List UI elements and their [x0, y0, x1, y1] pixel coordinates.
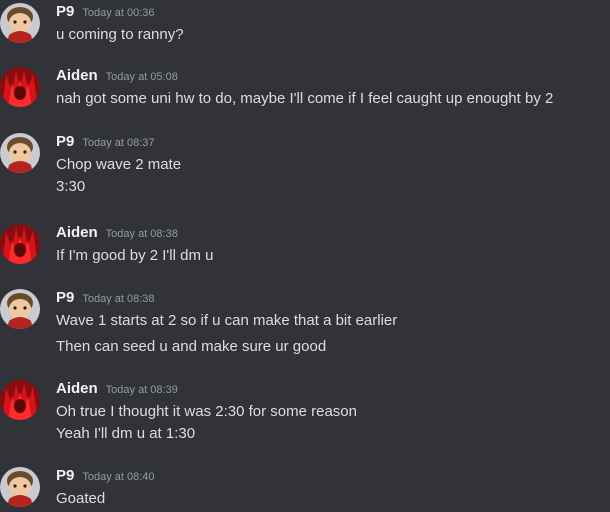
username[interactable]: P9	[56, 3, 74, 20]
username[interactable]: P9	[56, 467, 74, 484]
timestamp[interactable]: Today at 08:38	[82, 293, 154, 305]
message-header: P9 Today at 08:37	[56, 133, 155, 153]
message-text: Then can seed u and make sure ur good	[56, 338, 327, 355]
villager-avatar-icon	[0, 467, 40, 507]
red-hair-avatar-icon	[0, 380, 40, 420]
message-header: Aiden Today at 05:08	[56, 67, 178, 87]
message-text: u coming to ranny?	[56, 26, 184, 43]
message-text: Wave 1 starts at 2 so if u can make that…	[56, 312, 398, 329]
message-text: Oh true I thought it was 2:30 for some r…	[56, 403, 357, 420]
message-header: Aiden Today at 08:38	[56, 224, 178, 244]
message-text: Yeah I'll dm u at 1:30	[56, 425, 196, 442]
username[interactable]: Aiden	[56, 224, 98, 241]
username[interactable]: Aiden	[56, 380, 98, 397]
username[interactable]: P9	[56, 133, 74, 150]
avatar[interactable]	[0, 467, 40, 507]
message-text: Chop wave 2 mate	[56, 156, 182, 173]
message-text: 3:30	[56, 178, 86, 195]
message-header: P9 Today at 00:36	[56, 3, 155, 23]
timestamp[interactable]: Today at 08:38	[106, 228, 178, 240]
avatar[interactable]	[0, 133, 40, 173]
red-hair-avatar-icon	[0, 224, 40, 264]
villager-avatar-icon	[0, 133, 40, 173]
message-header: P9 Today at 08:40	[56, 467, 155, 487]
message-header: Aiden Today at 08:39	[56, 380, 178, 400]
avatar[interactable]	[0, 289, 40, 329]
message-header: P9 Today at 08:38	[56, 289, 155, 309]
villager-avatar-icon	[0, 289, 40, 329]
timestamp[interactable]: Today at 08:40	[82, 471, 154, 483]
avatar[interactable]	[0, 224, 40, 264]
message-text: If I'm good by 2 I'll dm u	[56, 247, 214, 264]
message-text: nah got some uni hw to do, maybe I'll co…	[56, 90, 554, 107]
avatar[interactable]	[0, 380, 40, 420]
red-hair-avatar-icon	[0, 67, 40, 107]
avatar[interactable]	[0, 3, 40, 43]
timestamp[interactable]: Today at 05:08	[106, 71, 178, 83]
timestamp[interactable]: Today at 08:39	[106, 384, 178, 396]
username[interactable]: Aiden	[56, 67, 98, 84]
avatar[interactable]	[0, 67, 40, 107]
villager-avatar-icon	[0, 3, 40, 43]
timestamp[interactable]: Today at 08:37	[82, 137, 154, 149]
message-text: Goated	[56, 490, 106, 507]
username[interactable]: P9	[56, 289, 74, 306]
timestamp[interactable]: Today at 00:36	[82, 7, 154, 19]
message-list: P9 Today at 00:36 u coming to ranny? Aide…	[0, 0, 610, 512]
